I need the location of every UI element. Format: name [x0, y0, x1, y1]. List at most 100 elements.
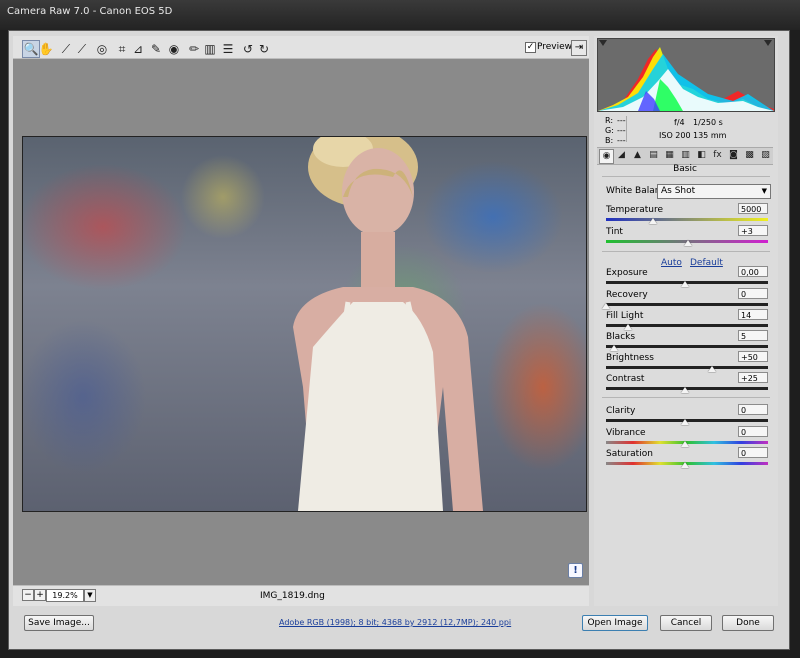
cancel-button[interactable]: Cancel	[660, 615, 712, 631]
slider-thumb[interactable]	[624, 324, 632, 330]
histogram	[597, 38, 775, 112]
crop-tool-icon[interactable]: ⌗	[114, 41, 130, 57]
slider-track[interactable]	[606, 218, 768, 221]
white-balance-select[interactable]: As Shot ▼	[657, 184, 771, 199]
focal-length: 135 mm	[693, 131, 727, 140]
zoom-dropdown-icon[interactable]: ▼	[84, 589, 96, 602]
chevron-down-icon: ▼	[761, 187, 767, 195]
slider-thumb[interactable]	[649, 218, 657, 224]
slider-thumb[interactable]	[602, 303, 610, 309]
color-sampler-tool-icon[interactable]: ⟋	[74, 41, 90, 57]
spot-removal-tool-icon[interactable]: ✎	[148, 41, 164, 57]
slider-thumb[interactable]	[610, 345, 618, 351]
readout-divider	[626, 116, 627, 142]
slider-thumb[interactable]	[684, 240, 692, 246]
slider-value-field[interactable]: 0	[738, 404, 768, 415]
portrait-figure	[293, 137, 483, 511]
wb-divider	[602, 251, 770, 252]
adjustment-brush-icon[interactable]: ✏	[186, 41, 202, 57]
preview-label: Preview	[537, 42, 573, 52]
slider-label: Tint	[606, 227, 623, 237]
open-image-button[interactable]: Open Image	[582, 615, 648, 631]
photo-preview[interactable]	[22, 136, 587, 512]
slider-label: Vibrance	[606, 428, 646, 438]
panel-tab-3[interactable]: ▤	[647, 149, 660, 162]
default-button[interactable]: Default	[690, 258, 723, 268]
slider-label: Brightness	[606, 353, 654, 363]
slider-label: Contrast	[606, 374, 645, 384]
white-balance-value: As Shot	[661, 186, 696, 196]
preview-checkbox[interactable]: ✓	[525, 42, 536, 53]
zoom-in-button[interactable]: +	[34, 589, 46, 601]
fullscreen-icon[interactable]: ⇥	[571, 40, 587, 56]
auto-button[interactable]: Auto	[661, 258, 682, 268]
white-balance-tool-icon[interactable]: ⟋	[58, 41, 74, 57]
slider-label: Temperature	[606, 205, 664, 215]
aperture: f/4	[674, 118, 685, 127]
r-value: ---	[617, 116, 626, 125]
slider-value-field[interactable]: +3	[738, 225, 768, 236]
panel-tab-5[interactable]: ▥	[679, 149, 692, 162]
slider-value-field[interactable]: 0	[738, 426, 768, 437]
rotate-ccw-icon[interactable]: ↺	[240, 41, 256, 57]
zoom-out-button[interactable]: −	[22, 589, 34, 601]
iso-value: ISO 200	[659, 131, 691, 140]
window-title: Camera Raw 7.0 - Canon EOS 5D	[7, 6, 173, 17]
rotate-cw-icon[interactable]: ↻	[256, 41, 272, 57]
save-image-button[interactable]: Save Image...	[24, 615, 94, 631]
straighten-tool-icon[interactable]: ⊿	[130, 41, 146, 57]
graduated-filter-icon[interactable]: ▥	[202, 41, 218, 57]
panel-tab-10[interactable]: ▨	[759, 149, 772, 162]
highlight-clipping-icon[interactable]	[764, 40, 772, 46]
slider-label: Exposure	[606, 268, 648, 278]
r-label: R:	[605, 116, 614, 125]
shutter-speed: 1/250 s	[693, 118, 723, 127]
slider-thumb[interactable]	[681, 281, 689, 287]
panel-tab-0[interactable]: ◉	[599, 149, 614, 164]
shadow-clipping-icon[interactable]	[599, 40, 607, 46]
targeted-adjustment-tool-icon[interactable]: ◎	[94, 41, 110, 57]
panel-tab-8[interactable]: ◙	[727, 149, 740, 162]
slider-label: Fill Light	[606, 311, 644, 321]
slider-thumb[interactable]	[708, 366, 716, 372]
slider-value-field[interactable]: +50	[738, 351, 768, 362]
b-label: B:	[605, 136, 614, 145]
workflow-options-link[interactable]: Adobe RGB (1998); 8 bit; 4368 by 2912 (1…	[279, 618, 511, 627]
warning-icon[interactable]: !	[568, 563, 583, 578]
slider-thumb[interactable]	[681, 419, 689, 425]
slider-value-field[interactable]: 0	[738, 447, 768, 458]
slider-track[interactable]	[606, 345, 768, 348]
g-label: G:	[605, 126, 614, 135]
file-name: IMG_1819.dng	[260, 591, 325, 601]
slider-value-field[interactable]: 5000	[738, 203, 768, 214]
slider-value-field[interactable]: 0	[738, 288, 768, 299]
slider-thumb[interactable]	[681, 387, 689, 393]
slider-track[interactable]	[606, 366, 768, 369]
slider-value-field[interactable]: +25	[738, 372, 768, 383]
slider-track[interactable]	[606, 303, 768, 306]
hand-tool-icon[interactable]: ✋	[38, 41, 54, 57]
panel-tab-4[interactable]: ▦	[663, 149, 676, 162]
slider-value-field[interactable]: 14	[738, 309, 768, 320]
camera-readouts: R: --- G: --- B: --- f/4 1/250 s ISO 200…	[597, 112, 773, 146]
panel-tab-7[interactable]: fx	[711, 149, 724, 162]
title-bar: Camera Raw 7.0 - Canon EOS 5D	[0, 0, 800, 30]
panel-tab-9[interactable]: ▩	[743, 149, 756, 162]
slider-thumb[interactable]	[681, 441, 689, 447]
slider-label: Recovery	[606, 290, 648, 300]
slider-value-field[interactable]: 5	[738, 330, 768, 341]
slider-value-field[interactable]: 0,00	[738, 266, 768, 277]
red-eye-tool-icon[interactable]: ◉	[166, 41, 182, 57]
section-divider	[602, 176, 770, 177]
panel-tab-1[interactable]: ◢	[615, 149, 628, 162]
slider-label: Saturation	[606, 449, 653, 459]
slider-label: Blacks	[606, 332, 636, 342]
done-button[interactable]: Done	[722, 615, 774, 631]
zoom-level-field[interactable]: 19.2%	[46, 589, 84, 602]
slider-thumb[interactable]	[681, 462, 689, 468]
b-value: ---	[617, 136, 626, 145]
panel-tab-6[interactable]: ◧	[695, 149, 708, 162]
slider-label: Clarity	[606, 406, 636, 416]
panel-tab-2[interactable]: ▲	[631, 149, 644, 162]
preferences-icon[interactable]: ☰	[220, 41, 236, 57]
